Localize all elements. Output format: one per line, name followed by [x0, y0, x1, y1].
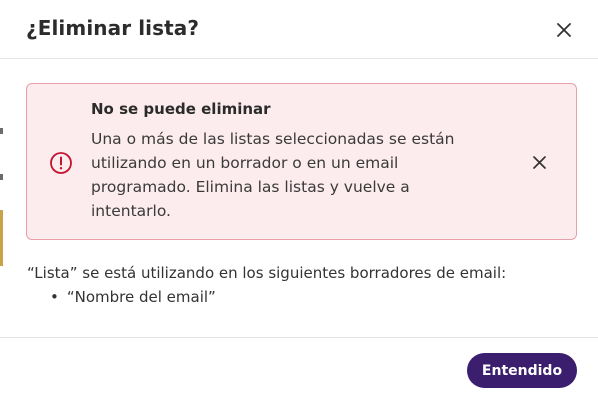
alert-message-line: utilizando en un borrador o en un email	[91, 154, 399, 172]
confirm-button[interactable]: Entendido	[467, 353, 577, 388]
backdrop-edge	[0, 174, 3, 180]
dialog-title: ¿Eliminar lista?	[26, 16, 200, 40]
close-icon	[557, 23, 571, 37]
backdrop-edge	[0, 128, 3, 134]
close-button[interactable]	[552, 18, 576, 42]
alert-message-line: programado. Elimina las listas y vuelve …	[91, 178, 410, 196]
usage-description: “Lista” se está utilizando en los siguie…	[27, 264, 507, 282]
delete-list-dialog: ¿Eliminar lista? No se puede eliminar Un…	[0, 0, 598, 402]
dialog-header: ¿Eliminar lista?	[0, 0, 598, 59]
alert-message-line: Una o más de las listas seleccionadas se…	[91, 130, 455, 148]
backdrop-edge	[0, 210, 3, 266]
alert-close-button[interactable]	[527, 150, 551, 174]
error-alert: No se puede eliminar Una o más de las li…	[26, 83, 577, 240]
alert-message: Una o más de las listas seleccionadas se…	[91, 127, 501, 223]
list-item: “Nombre del email”	[50, 288, 216, 306]
alert-message-line: intentarlo.	[91, 202, 171, 220]
close-icon	[532, 155, 546, 169]
draft-list: “Nombre del email”	[50, 288, 216, 306]
footer-divider	[0, 337, 598, 338]
alert-circle-icon	[50, 152, 72, 174]
alert-title: No se puede eliminar	[91, 100, 271, 118]
